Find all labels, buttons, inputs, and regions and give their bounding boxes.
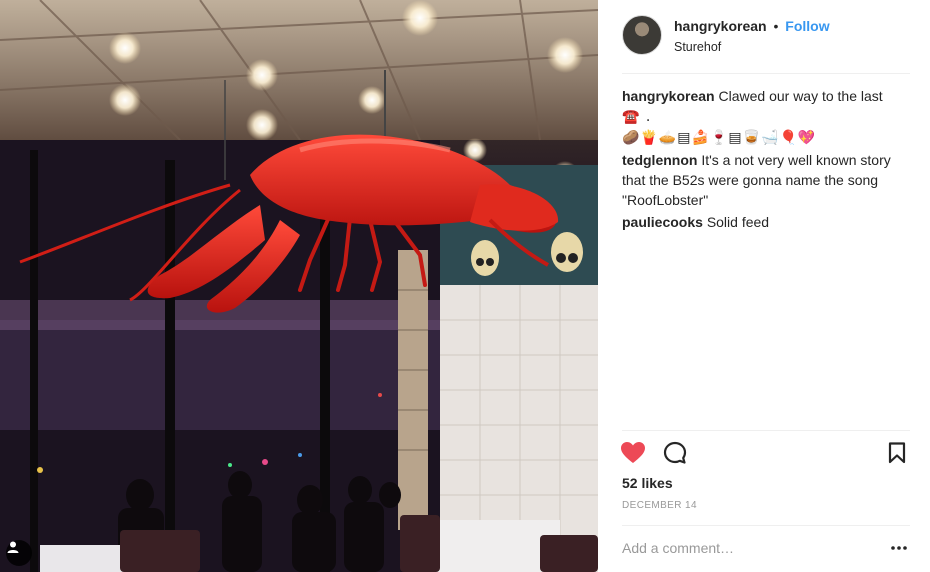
user-tag-icon[interactable] <box>6 540 32 566</box>
comment-username[interactable]: pauliecooks <box>622 214 703 230</box>
photo-illustration <box>0 0 598 572</box>
follow-button[interactable]: Follow <box>785 18 829 34</box>
separator-dot: • <box>773 18 779 34</box>
location-link[interactable]: Sturehof <box>674 40 721 54</box>
author-username[interactable]: hangrykorean <box>674 18 767 34</box>
comment-emoji-line: ☎️ . <box>622 109 652 125</box>
comment-list: hangrykorean Clawed our way to the last … <box>622 86 912 234</box>
like-count[interactable]: 52 likes <box>622 475 673 491</box>
post-photo[interactable] <box>0 0 598 572</box>
post-author-row: hangrykorean • Follow <box>674 18 830 34</box>
bookmark-icon[interactable] <box>884 440 910 466</box>
comment-text: Solid feed <box>706 214 770 230</box>
add-comment-bar <box>598 525 930 572</box>
comment-divider <box>622 525 910 526</box>
header-divider <box>622 73 910 74</box>
comment-username[interactable]: tedglennon <box>622 152 697 168</box>
ellipsis-icon[interactable] <box>890 541 908 555</box>
comment-username[interactable]: hangrykorean <box>622 88 715 104</box>
avatar[interactable] <box>622 15 662 55</box>
add-comment-input[interactable] <box>622 538 872 558</box>
comment-text: Clawed our way to the last <box>718 88 883 104</box>
list-item: pauliecooks Solid feed <box>622 212 912 232</box>
post-sidebar: hangrykorean • Follow Sturehof hangrykor… <box>598 0 930 572</box>
comment-icon[interactable] <box>662 440 688 466</box>
heart-filled-icon[interactable] <box>620 440 646 466</box>
actions-divider <box>622 430 910 431</box>
post-date: DECEMBER 14 <box>622 500 697 511</box>
post-header: hangrykorean • Follow Sturehof <box>598 0 930 74</box>
comment-emoji-line: 🥔🍟🥧▤🍰🍷▤🥃🛁🎈💖 <box>622 130 817 146</box>
action-bar <box>598 430 930 476</box>
list-item: tedglennon It's a not very well known st… <box>622 150 912 210</box>
caption: hangrykorean Clawed our way to the last … <box>622 86 912 148</box>
